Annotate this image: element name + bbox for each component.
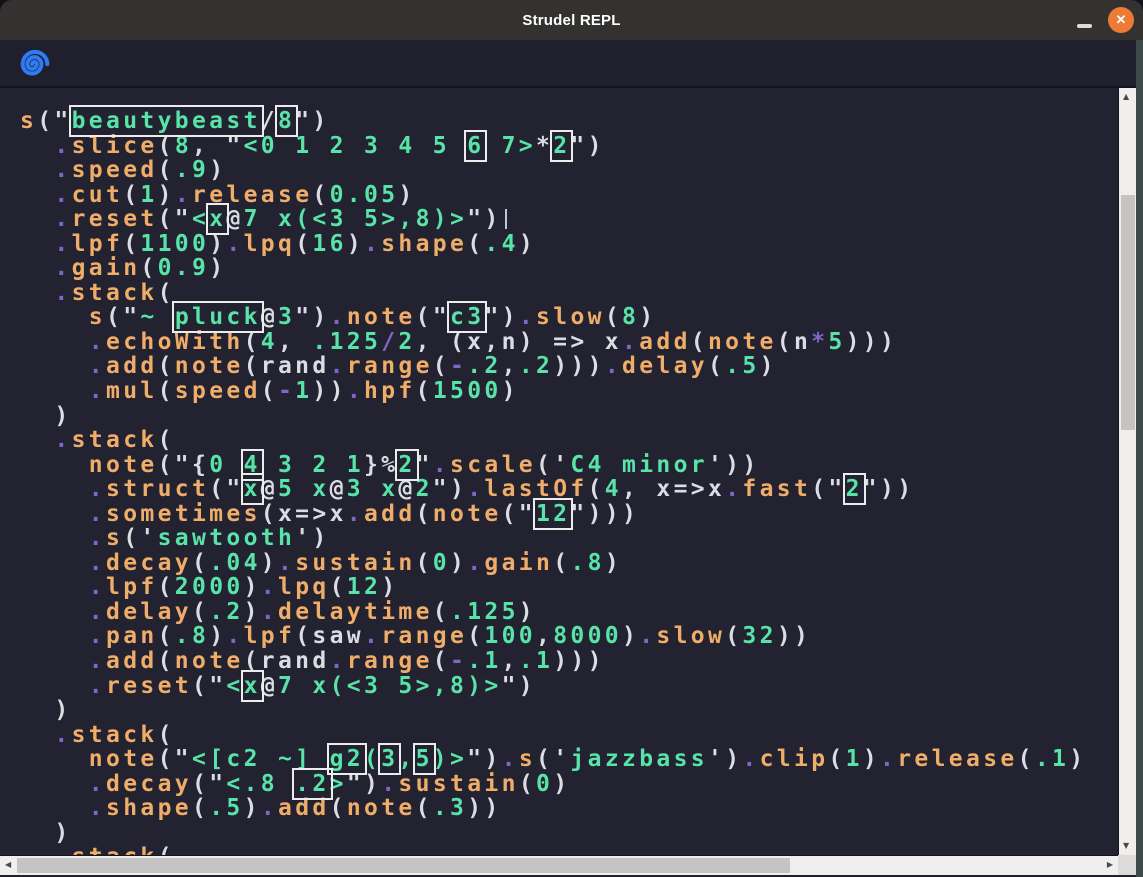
text-cursor bbox=[505, 209, 507, 229]
code-line: .lpf(2000).lpq(12) bbox=[20, 575, 1118, 600]
active-token-highlight: 2 bbox=[846, 476, 863, 502]
close-button[interactable]: ✕ bbox=[1108, 7, 1134, 33]
code-line: .stack( bbox=[20, 428, 1118, 453]
code-line: .decay("<.8 .2>").sustain(0) bbox=[20, 772, 1118, 797]
active-token-highlight: c3 bbox=[450, 304, 484, 330]
horizontal-scrollbar[interactable]: ◀ ▶ bbox=[0, 855, 1118, 875]
code-line: .sometimes(x=>x.add(note("12"))) bbox=[20, 502, 1118, 527]
active-token-highlight: g2 bbox=[330, 746, 364, 772]
code-line: .shape(.5).add(note(.3)) bbox=[20, 796, 1118, 821]
title-bar[interactable]: Strudel REPL ✕ bbox=[0, 0, 1143, 40]
vertical-scrollbar[interactable]: ▲ ▼ bbox=[1118, 88, 1136, 855]
code-line: .echoWith(4, .125/2, (x,n) => x.add(note… bbox=[20, 330, 1118, 355]
code-line: .s('sawtooth') bbox=[20, 526, 1118, 551]
code-line: .stack( bbox=[20, 845, 1118, 855]
code-line: .add(note(rand.range(-.1,.1))) bbox=[20, 649, 1118, 674]
active-token-highlight: beautybeast bbox=[72, 108, 261, 134]
code-line: .cut(1).release(0.05) bbox=[20, 183, 1118, 208]
active-token-highlight: 6 bbox=[467, 133, 484, 159]
vertical-scrollbar-thumb[interactable] bbox=[1121, 195, 1135, 430]
code-line: .slice(8, "<0 1 2 3 4 5 6 7>*2") bbox=[20, 134, 1118, 159]
active-token-highlight: .2 bbox=[295, 771, 329, 797]
code-line: .delay(.2).delaytime(.125) bbox=[20, 600, 1118, 625]
active-token-highlight: 2 bbox=[398, 452, 415, 478]
active-token-highlight: 12 bbox=[536, 501, 570, 527]
scroll-down-icon[interactable]: ▼ bbox=[1123, 842, 1129, 850]
code-editor[interactable]: s("beautybeast/8") .slice(8, "<0 1 2 3 4… bbox=[0, 88, 1118, 855]
active-token-highlight: x bbox=[244, 673, 261, 699]
code-line: .decay(.04).sustain(0).gain(.8) bbox=[20, 551, 1118, 576]
scrollbar-corner bbox=[1118, 855, 1136, 875]
code-line: ) bbox=[20, 698, 1118, 723]
code-line: .struct("x@5 x@3 x@2").lastOf(4, x=>x.fa… bbox=[20, 477, 1118, 502]
code-line: ) bbox=[20, 404, 1118, 429]
code-line: .reset("<x@7 x(<3 5>,8)>") bbox=[20, 207, 1118, 232]
scroll-right-icon[interactable]: ▶ bbox=[1107, 861, 1113, 869]
horizontal-scrollbar-thumb[interactable] bbox=[17, 858, 790, 873]
code-line: s("~ pluck@3").note("c3").slow(8) bbox=[20, 305, 1118, 330]
active-token-highlight: x bbox=[209, 206, 226, 232]
scroll-up-icon[interactable]: ▲ bbox=[1123, 93, 1129, 101]
active-token-highlight: pluck bbox=[175, 304, 261, 330]
app-header bbox=[0, 40, 1143, 88]
active-token-highlight: 5 bbox=[416, 746, 433, 772]
close-icon: ✕ bbox=[1116, 12, 1127, 28]
active-token-highlight: x bbox=[244, 476, 261, 502]
code-line: .reset("<x@7 x(<3 5>,8)>") bbox=[20, 674, 1118, 699]
window-title: Strudel REPL bbox=[522, 12, 620, 29]
scroll-left-icon[interactable]: ◀ bbox=[5, 861, 11, 869]
code-line: s("beautybeast/8") bbox=[20, 109, 1118, 134]
app-window: Strudel REPL ✕ s("beautybeast/8") .slice… bbox=[0, 0, 1143, 877]
code-line: note("{0 4 3 2 1}%2".scale('C4 minor')) bbox=[20, 453, 1118, 478]
active-token-highlight: 3 bbox=[381, 746, 398, 772]
code-line: note("<[c2 ~] g2(3,5)>").s('jazzbass').c… bbox=[20, 747, 1118, 772]
window-border-right bbox=[1136, 40, 1143, 877]
active-token-highlight: 4 bbox=[244, 452, 261, 478]
code-line: .pan(.8).lpf(saw.range(100,8000).slow(32… bbox=[20, 624, 1118, 649]
code-line: .stack( bbox=[20, 723, 1118, 748]
minimize-button[interactable] bbox=[1077, 24, 1092, 28]
window-controls: ✕ bbox=[1077, 0, 1134, 40]
active-token-highlight: 8 bbox=[278, 108, 295, 134]
code-line: .mul(speed(-1)).hpf(1500) bbox=[20, 379, 1118, 404]
code-line: .speed(.9) bbox=[20, 158, 1118, 183]
code-line: .stack( bbox=[20, 281, 1118, 306]
code-line: .lpf(1100).lpq(16).shape(.4) bbox=[20, 232, 1118, 257]
code-line: .gain(0.9) bbox=[20, 256, 1118, 281]
strudel-logo-icon[interactable] bbox=[18, 47, 52, 79]
active-token-highlight: 2 bbox=[553, 133, 570, 159]
code-line: ) bbox=[20, 821, 1118, 846]
code-line: .add(note(rand.range(-.2,.2))).delay(.5) bbox=[20, 354, 1118, 379]
